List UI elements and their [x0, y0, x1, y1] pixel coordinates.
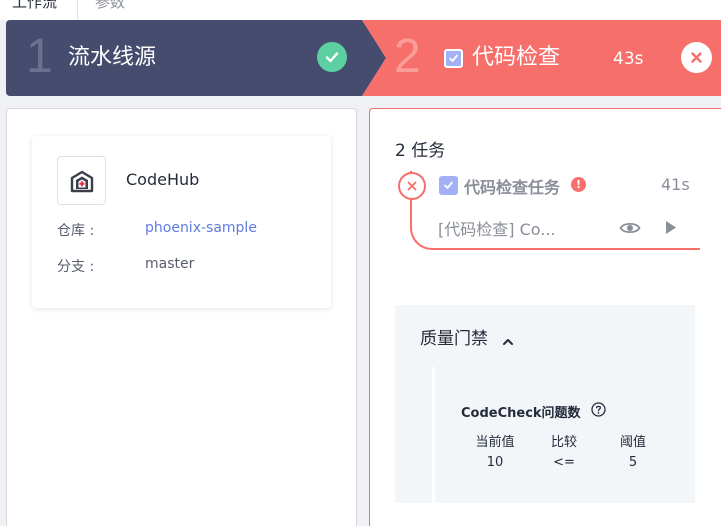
code-check-panel: 2 任务 代码检查任务 ! 41s [代码检查] Co... 质量门禁 Code…	[369, 108, 721, 526]
branch-value: master	[145, 256, 195, 272]
task-checkbox[interactable]	[439, 176, 458, 195]
repo-link[interactable]: phoenix-sample	[145, 220, 257, 236]
task-count: 2 任务	[395, 141, 446, 161]
help-question-icon[interactable]	[591, 402, 606, 421]
repo-card[interactable]: CodeHub 仓库 : phoenix-sample 分支 : master	[32, 136, 331, 308]
gate-value: <=	[553, 455, 575, 470]
gate-header: 阈值	[619, 435, 646, 450]
gate-value: 5	[628, 455, 638, 470]
repo-label: 仓库 :	[57, 223, 95, 239]
success-check-icon	[317, 42, 347, 72]
quality-gate-metric: CodeCheck问题数	[461, 406, 581, 421]
task-fail-icon	[398, 172, 426, 200]
gate-column-compare: 比较 <=	[534, 431, 594, 470]
task-name[interactable]: 代码检查任务	[464, 174, 560, 198]
stage-banner-code-check[interactable]: 2 代码检查 43s	[362, 20, 721, 96]
gate-column-threshold: 阈值 5	[603, 431, 663, 470]
view-eye-icon[interactable]	[619, 220, 641, 240]
source-name: CodeHub	[126, 170, 200, 189]
warning-icon: !	[571, 177, 586, 192]
tab-workflow[interactable]: 工作流	[6, 0, 78, 20]
quality-gate-title: 质量门禁	[420, 329, 488, 349]
quality-gate-divider	[432, 367, 435, 503]
stage-duration: 43s	[613, 49, 644, 69]
gate-value: 10	[486, 455, 504, 470]
run-play-icon[interactable]	[665, 220, 677, 239]
tab-parameters[interactable]: 参数	[95, 0, 125, 12]
stage-number: 2	[394, 30, 421, 83]
quality-gate-header[interactable]: 质量门禁	[395, 305, 695, 367]
gate-header: 当前值	[475, 435, 515, 450]
tab-strip: 工作流 参数	[0, 0, 721, 20]
task-duration: 41s	[661, 175, 690, 194]
fail-close-icon[interactable]	[681, 42, 712, 73]
chevron-up-icon[interactable]	[503, 330, 513, 349]
stage-title: 代码检查	[472, 45, 561, 70]
gate-header: 比较	[550, 435, 577, 450]
gate-column-current: 当前值 10	[465, 431, 525, 470]
branch-label: 分支 :	[57, 259, 95, 275]
stage-title: 流水线源	[68, 45, 157, 70]
stage-banner-source[interactable]: 1 流水线源	[6, 20, 386, 96]
codehub-logo-icon	[57, 156, 106, 205]
task-subtitle: [代码检查] Co...	[438, 220, 556, 239]
stage-number: 1	[26, 30, 53, 83]
stage-checkbox[interactable]	[444, 49, 463, 68]
source-panel: CodeHub 仓库 : phoenix-sample 分支 : master	[6, 108, 357, 526]
quality-gate-section: 质量门禁 CodeCheck问题数 当前值 10 比较 <= 阈值 5	[395, 305, 695, 503]
